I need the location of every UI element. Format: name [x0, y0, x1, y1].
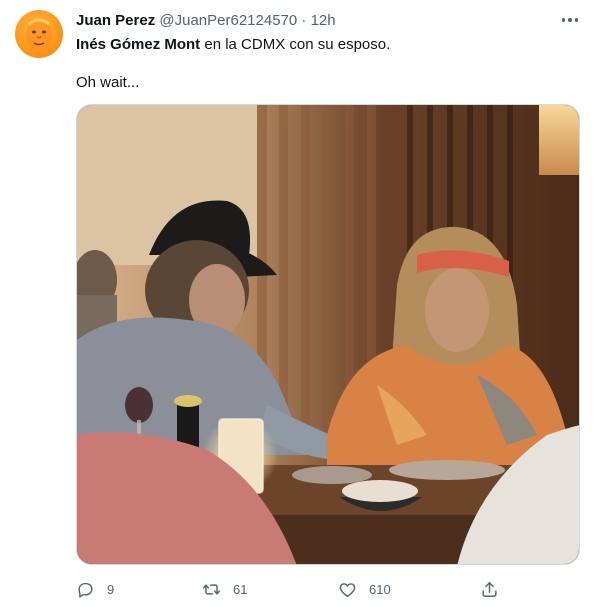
retweet-count: 61	[233, 581, 248, 597]
user-handle[interactable]: @JuanPer62124570	[159, 12, 297, 29]
photo-couple-restaurant-icon	[77, 105, 579, 564]
more-options-button[interactable]	[556, 10, 584, 30]
timestamp[interactable]: 12h	[311, 12, 336, 29]
retweet-button[interactable]: 61	[202, 574, 247, 604]
like-button[interactable]: 610	[338, 574, 391, 604]
more-dot-icon	[561, 18, 566, 22]
reply-button[interactable]: 9	[76, 574, 114, 604]
heart-icon	[339, 582, 356, 597]
more-dot-icon	[574, 18, 579, 22]
tweet-text-line2: Oh wait...	[76, 74, 140, 91]
display-name[interactable]: Juan Perez	[76, 12, 155, 29]
like-count: 610	[369, 581, 391, 597]
tweet-photo[interactable]	[76, 104, 580, 565]
tweet[interactable]: Juan Perez @JuanPer62124570 · 12h Inés G…	[0, 0, 605, 610]
bold-name: Inés Gómez Mont	[76, 36, 201, 53]
separator-dot: ·	[301, 12, 307, 29]
avatar-face-icon	[26, 18, 52, 52]
tweet-text: Inés Gómez Mont en la CDMX con su esposo…	[76, 35, 586, 55]
more-dot-icon	[568, 18, 572, 22]
action-bar: 9 61 610	[76, 574, 591, 604]
reply-icon	[78, 582, 93, 598]
reply-count: 9	[107, 581, 115, 597]
tweet-header: Juan Perez @JuanPer62124570 · 12h	[76, 12, 336, 30]
tweet-text-rest: en la CDMX con su esposo.	[200, 36, 391, 53]
avatar[interactable]	[15, 10, 63, 58]
retweet-icon	[202, 583, 221, 595]
share-icon	[482, 581, 497, 597]
share-button[interactable]	[480, 574, 499, 604]
